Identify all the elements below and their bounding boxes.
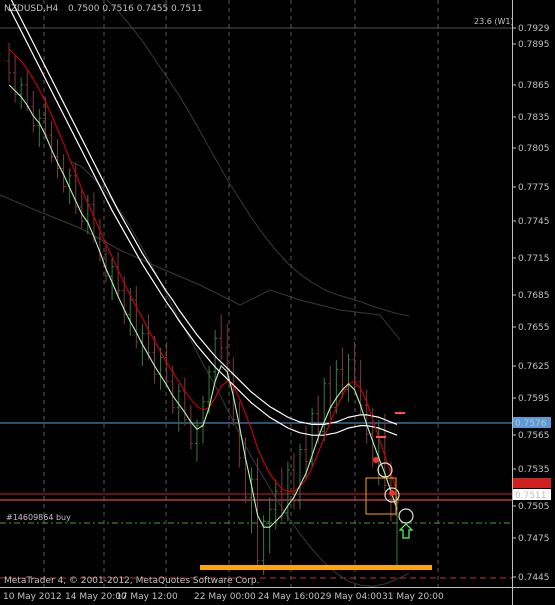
y-tick-label: 0.7805 <box>518 144 550 154</box>
red-marker <box>376 436 386 438</box>
chart-background <box>0 0 555 605</box>
x-tick-label: 17 May 12:00 <box>116 592 178 602</box>
price-marker-current-label: 0.7511 <box>515 491 547 501</box>
y-tick-label: 0.7475 <box>518 534 550 544</box>
y-tick-label: 0.7865 <box>518 81 550 91</box>
price-marker-red <box>513 478 551 488</box>
y-tick-label: 0.7565 <box>518 431 550 441</box>
x-tick-label: 10 May 2012 <box>3 592 62 602</box>
y-tick-label: 0.7625 <box>518 362 550 372</box>
y-tick-label: 0.7655 <box>518 323 550 333</box>
signal-dot <box>373 457 379 463</box>
price-marker-blue-label: 0.7576 <box>515 419 547 429</box>
y-tick-label: 0.7745 <box>518 217 550 227</box>
red-marker <box>395 412 405 414</box>
order-label[interactable]: #14609864 buy <box>6 513 71 522</box>
y-tick-label: 0.7895 <box>518 40 550 50</box>
fibo-note: 23.6 (W1) <box>474 17 514 26</box>
y-tick-label: 0.7535 <box>518 465 550 475</box>
x-tick-label: 31 May 20:00 <box>382 592 444 602</box>
y-tick-label: 0.7775 <box>518 183 550 193</box>
y-tick-label: 0.7685 <box>518 291 550 301</box>
x-tick-label: 24 May 16:00 <box>258 592 320 602</box>
chart-ohlc: 0.7500 0.7516 0.7455 0.7511 <box>68 4 203 14</box>
y-tick-label: 0.7445 <box>518 573 550 583</box>
y-tick-label: 0.7715 <box>518 254 550 264</box>
x-tick-label: 22 May 00:00 <box>194 592 256 602</box>
orange-bar <box>200 565 432 570</box>
y-tick-label: 0.7595 <box>518 394 550 404</box>
y-tick-label: 0.7835 <box>518 113 550 123</box>
y-tick-label: 0.7929 <box>518 24 550 34</box>
chart-title: NZDUSD,H4 <box>4 4 59 14</box>
y-tick-label: 0.7505 <box>518 502 550 512</box>
copyright-text: MetaTrader 4, © 2001-2012, MetaQuotes So… <box>4 576 260 586</box>
signal-dot <box>389 490 395 496</box>
chart-window[interactable]: 0.7929 0.7895 0.7865 0.7835 0.7805 0.7775 0.77… <box>0 0 555 605</box>
x-tick-label: 29 May 04:00 <box>320 592 382 602</box>
